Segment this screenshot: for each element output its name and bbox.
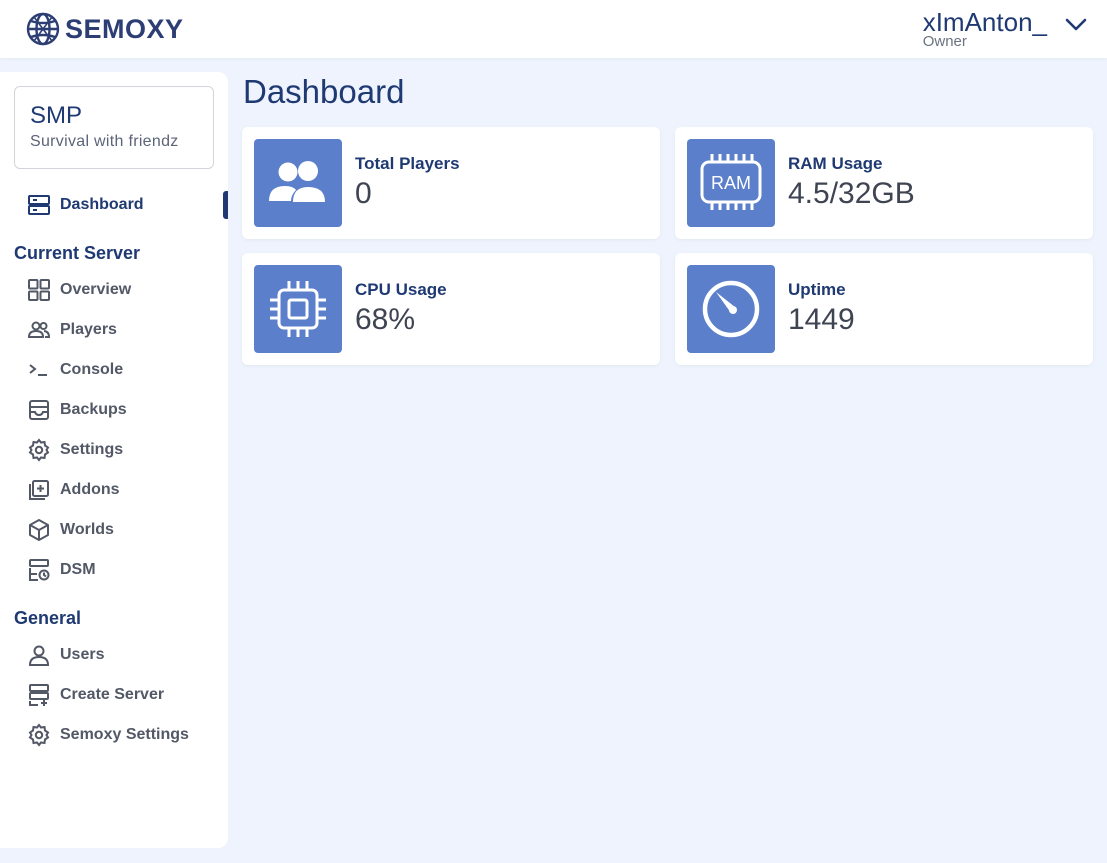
sidebar-item-worlds[interactable]: Worlds (26, 517, 226, 543)
sidebar-item-dashboard[interactable]: Dashboard (26, 192, 226, 218)
sidebar-item-semoxy-settings[interactable]: Semoxy Settings (26, 722, 226, 748)
sidebar-item-addons[interactable]: Addons (26, 477, 226, 503)
sidebar-item-label: Users (60, 646, 105, 663)
stat-label: Total Players (355, 154, 460, 173)
cube-icon (26, 517, 52, 543)
sidebar-item-label: Console (60, 361, 124, 378)
sidebar-item-settings[interactable]: Settings (26, 437, 226, 463)
users-icon (26, 317, 52, 343)
sidebar-item-users[interactable]: Users (26, 642, 226, 668)
user-menu[interactable]: xImAnton_ Owner (923, 8, 1087, 50)
sidebar-item-players[interactable]: Players (26, 317, 226, 343)
user-icon (26, 642, 52, 668)
active-indicator (223, 191, 228, 219)
terminal-icon (26, 357, 52, 383)
user-name: xImAnton_ (922, 7, 1047, 37)
server-add-icon (26, 682, 52, 708)
semoxy-logo[interactable]: SEMOXY (24, 10, 184, 48)
grid-icon (26, 277, 52, 303)
sidebar-item-label: Worlds (60, 521, 114, 538)
server-name: SMP (30, 102, 83, 129)
sidebar-item-label: Overview (60, 281, 132, 298)
ram-icon-text: RAM (711, 173, 751, 193)
gear-icon (26, 437, 52, 463)
stat-label: CPU Usage (355, 280, 447, 299)
sidebar-item-label: Settings (60, 441, 124, 458)
sidebar: SMP Survival with friendz Dashboard Curr… (0, 72, 228, 848)
globe-logo-icon (26, 12, 60, 46)
stat-value: 68% (355, 303, 416, 336)
stat-card-ram-usage: RAM RAM Usage 4.5/32GB (675, 127, 1093, 239)
sidebar-item-console[interactable]: Console (26, 357, 226, 383)
sidebar-item-backups[interactable]: Backups (26, 397, 226, 423)
stat-card-uptime: Uptime 1449 (675, 253, 1093, 365)
stat-card-cpu-usage: CPU Usage 68% (242, 253, 660, 365)
sidebar-item-create-server[interactable]: Create Server (26, 682, 226, 708)
sidebar-item-label: Semoxy Settings (60, 726, 189, 743)
brand-name: SEMOXY (65, 13, 184, 44)
cpu-icon (254, 265, 342, 353)
users-icon (254, 139, 342, 227)
sidebar-item-label: Backups (60, 401, 127, 418)
sidebar-item-label: DSM (60, 561, 96, 578)
gear-icon (26, 722, 52, 748)
sidebar-item-dsm[interactable]: DSM (26, 557, 226, 583)
stat-value: 0 (355, 177, 372, 210)
sidebar-item-label: Addons (60, 481, 120, 498)
stat-value: 1449 (788, 303, 855, 336)
server-stack-icon (26, 192, 52, 218)
archive-icon (26, 397, 52, 423)
sidebar-item-overview[interactable]: Overview (26, 277, 226, 303)
section-title-current-server: Current Server (14, 243, 141, 263)
stat-label: RAM Usage (788, 154, 883, 173)
add-box-icon (26, 477, 52, 503)
chevron-down-icon[interactable] (1065, 18, 1087, 32)
server-selector[interactable]: SMP Survival with friendz (14, 86, 214, 169)
sidebar-item-label: Players (60, 321, 117, 338)
gauge-icon (687, 265, 775, 353)
sidebar-item-label: Create Server (60, 686, 165, 703)
page-title: Dashboard (243, 73, 405, 110)
server-sync-icon (26, 557, 52, 583)
top-bar: SEMOXY xImAnton_ Owner (0, 0, 1107, 58)
sidebar-item-label: Dashboard (60, 196, 144, 213)
section-title-general: General (14, 608, 82, 628)
ram-icon: RAM (687, 139, 775, 227)
server-description: Survival with friendz (30, 133, 179, 150)
stat-value: 4.5/32GB (788, 177, 915, 210)
stat-card-total-players: Total Players 0 (242, 127, 660, 239)
user-role: Owner (922, 33, 967, 50)
stat-label: Uptime (788, 280, 846, 299)
